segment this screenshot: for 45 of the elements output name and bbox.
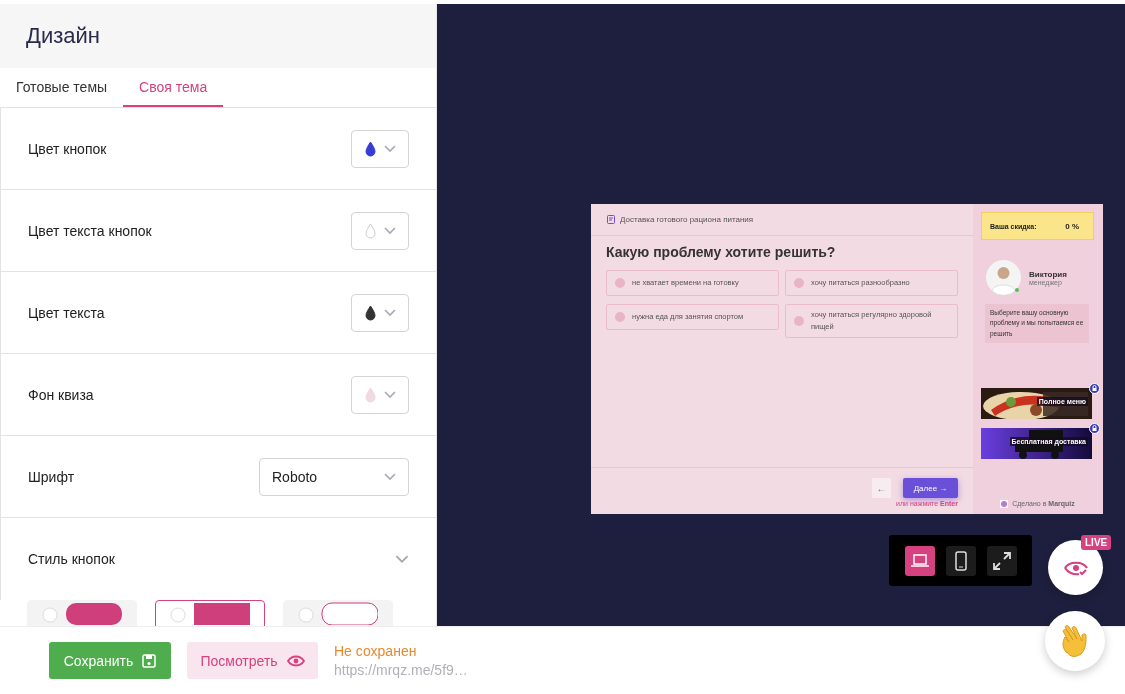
button-style-icon — [42, 601, 122, 625]
chevron-down-icon — [383, 144, 396, 153]
discount-value: 0 % — [1065, 221, 1079, 231]
device-button[interactable] — [945, 545, 976, 576]
lock-icon — [1089, 422, 1100, 434]
chevron-down-icon — [383, 390, 396, 399]
quiz-header: Доставка готового рациона питания — [620, 215, 754, 224]
avatar — [986, 260, 1021, 295]
device-button[interactable] — [904, 545, 935, 576]
eye-icon — [1063, 559, 1088, 576]
tab[interactable]: Своя тема — [123, 68, 224, 107]
expand-icon — [992, 551, 1011, 570]
chevron-down-icon — [383, 226, 396, 235]
chevron-down-icon — [383, 308, 396, 317]
chevron-down-icon — [384, 472, 396, 481]
chat-button[interactable] — [1045, 611, 1105, 671]
color-picker[interactable] — [351, 129, 409, 168]
preview-button[interactable]: Посмотреть — [187, 642, 318, 679]
quiz-question: Какую проблему хотите решить? — [605, 243, 837, 262]
color-picker[interactable] — [351, 293, 409, 332]
next-button[interactable]: Далее → — [903, 478, 958, 498]
live-badge: LIVE — [1081, 535, 1112, 550]
phone-icon — [954, 550, 967, 571]
section-label: Стиль кнопок — [28, 551, 115, 567]
manager-name: Виктория — [1029, 269, 1067, 279]
color-picker[interactable] — [351, 211, 409, 250]
font-select[interactable]: Roboto — [259, 457, 409, 496]
form-icon — [607, 215, 615, 224]
button-style-icon — [298, 601, 378, 625]
save-status: Не сохранен — [334, 643, 418, 659]
lock-icon — [1089, 382, 1100, 394]
setting-label: Шрифт — [28, 468, 75, 485]
eye-icon — [286, 654, 305, 667]
back-button[interactable]: ← — [872, 478, 891, 498]
button-style-icon — [170, 601, 250, 625]
setting-label: Цвет текста кнопок — [28, 222, 152, 239]
setting-label: Цвет текста — [28, 304, 105, 321]
setting-label: Фон квиза — [28, 386, 94, 403]
device-button[interactable] — [986, 545, 1017, 576]
tab[interactable]: Готовые темы — [0, 68, 124, 107]
setting-label: Цвет кнопок — [28, 140, 107, 157]
laptop-icon — [910, 553, 929, 568]
color-picker[interactable] — [351, 375, 409, 414]
logo-icon — [1000, 500, 1009, 508]
panel-title: Дизайн — [26, 23, 100, 49]
